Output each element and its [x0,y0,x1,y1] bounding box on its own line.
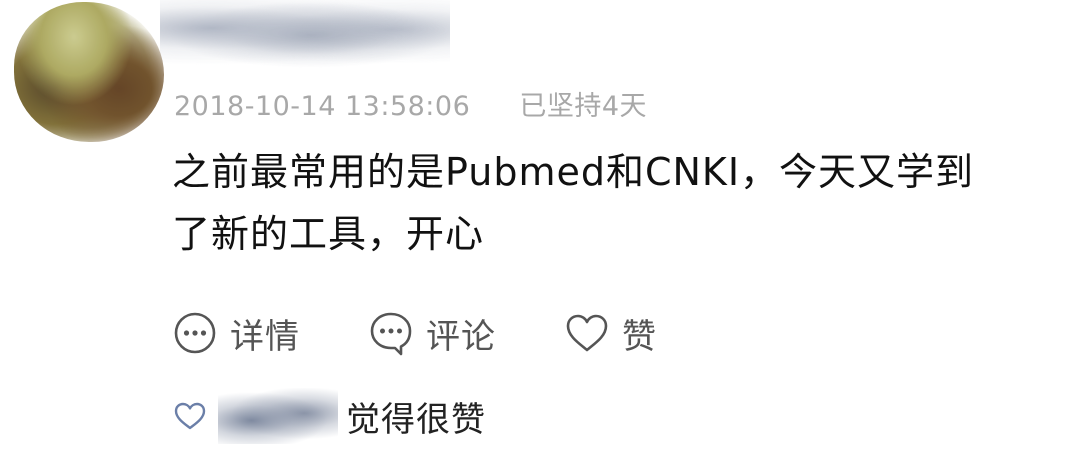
streak-badge: 已坚持4天 [519,91,648,122]
details-label: 详情 [230,316,300,357]
heart-small-outline-icon [172,398,208,434]
action-bar: 详情 评论 赞 [172,307,657,359]
comment-button[interactable]: 评论 [368,309,496,358]
comment-label: 评论 [426,316,496,357]
liker-name-blurred[interactable] [218,388,338,444]
user-avatar[interactable] [14,2,164,142]
post-content: 之前最常用的是Pubmed和CNKI，今天又学到了新的工具，开心 [172,150,975,256]
like-label: 赞 [622,316,657,357]
details-button[interactable]: 详情 [172,309,300,358]
more-dots-circle-icon [172,310,218,356]
liked-by-text: 觉得很赞 [346,399,486,440]
comment-bubble-icon [368,310,414,356]
like-button[interactable]: 赞 [564,309,657,358]
post-meta: 2018-10-14 13:58:06 已坚持4天 [174,84,647,123]
username-blurred[interactable] [160,0,450,70]
post-timestamp: 2018-10-14 13:58:06 [174,91,471,122]
heart-outline-icon [564,310,610,356]
liked-by-row: 觉得很赞 [172,388,486,444]
